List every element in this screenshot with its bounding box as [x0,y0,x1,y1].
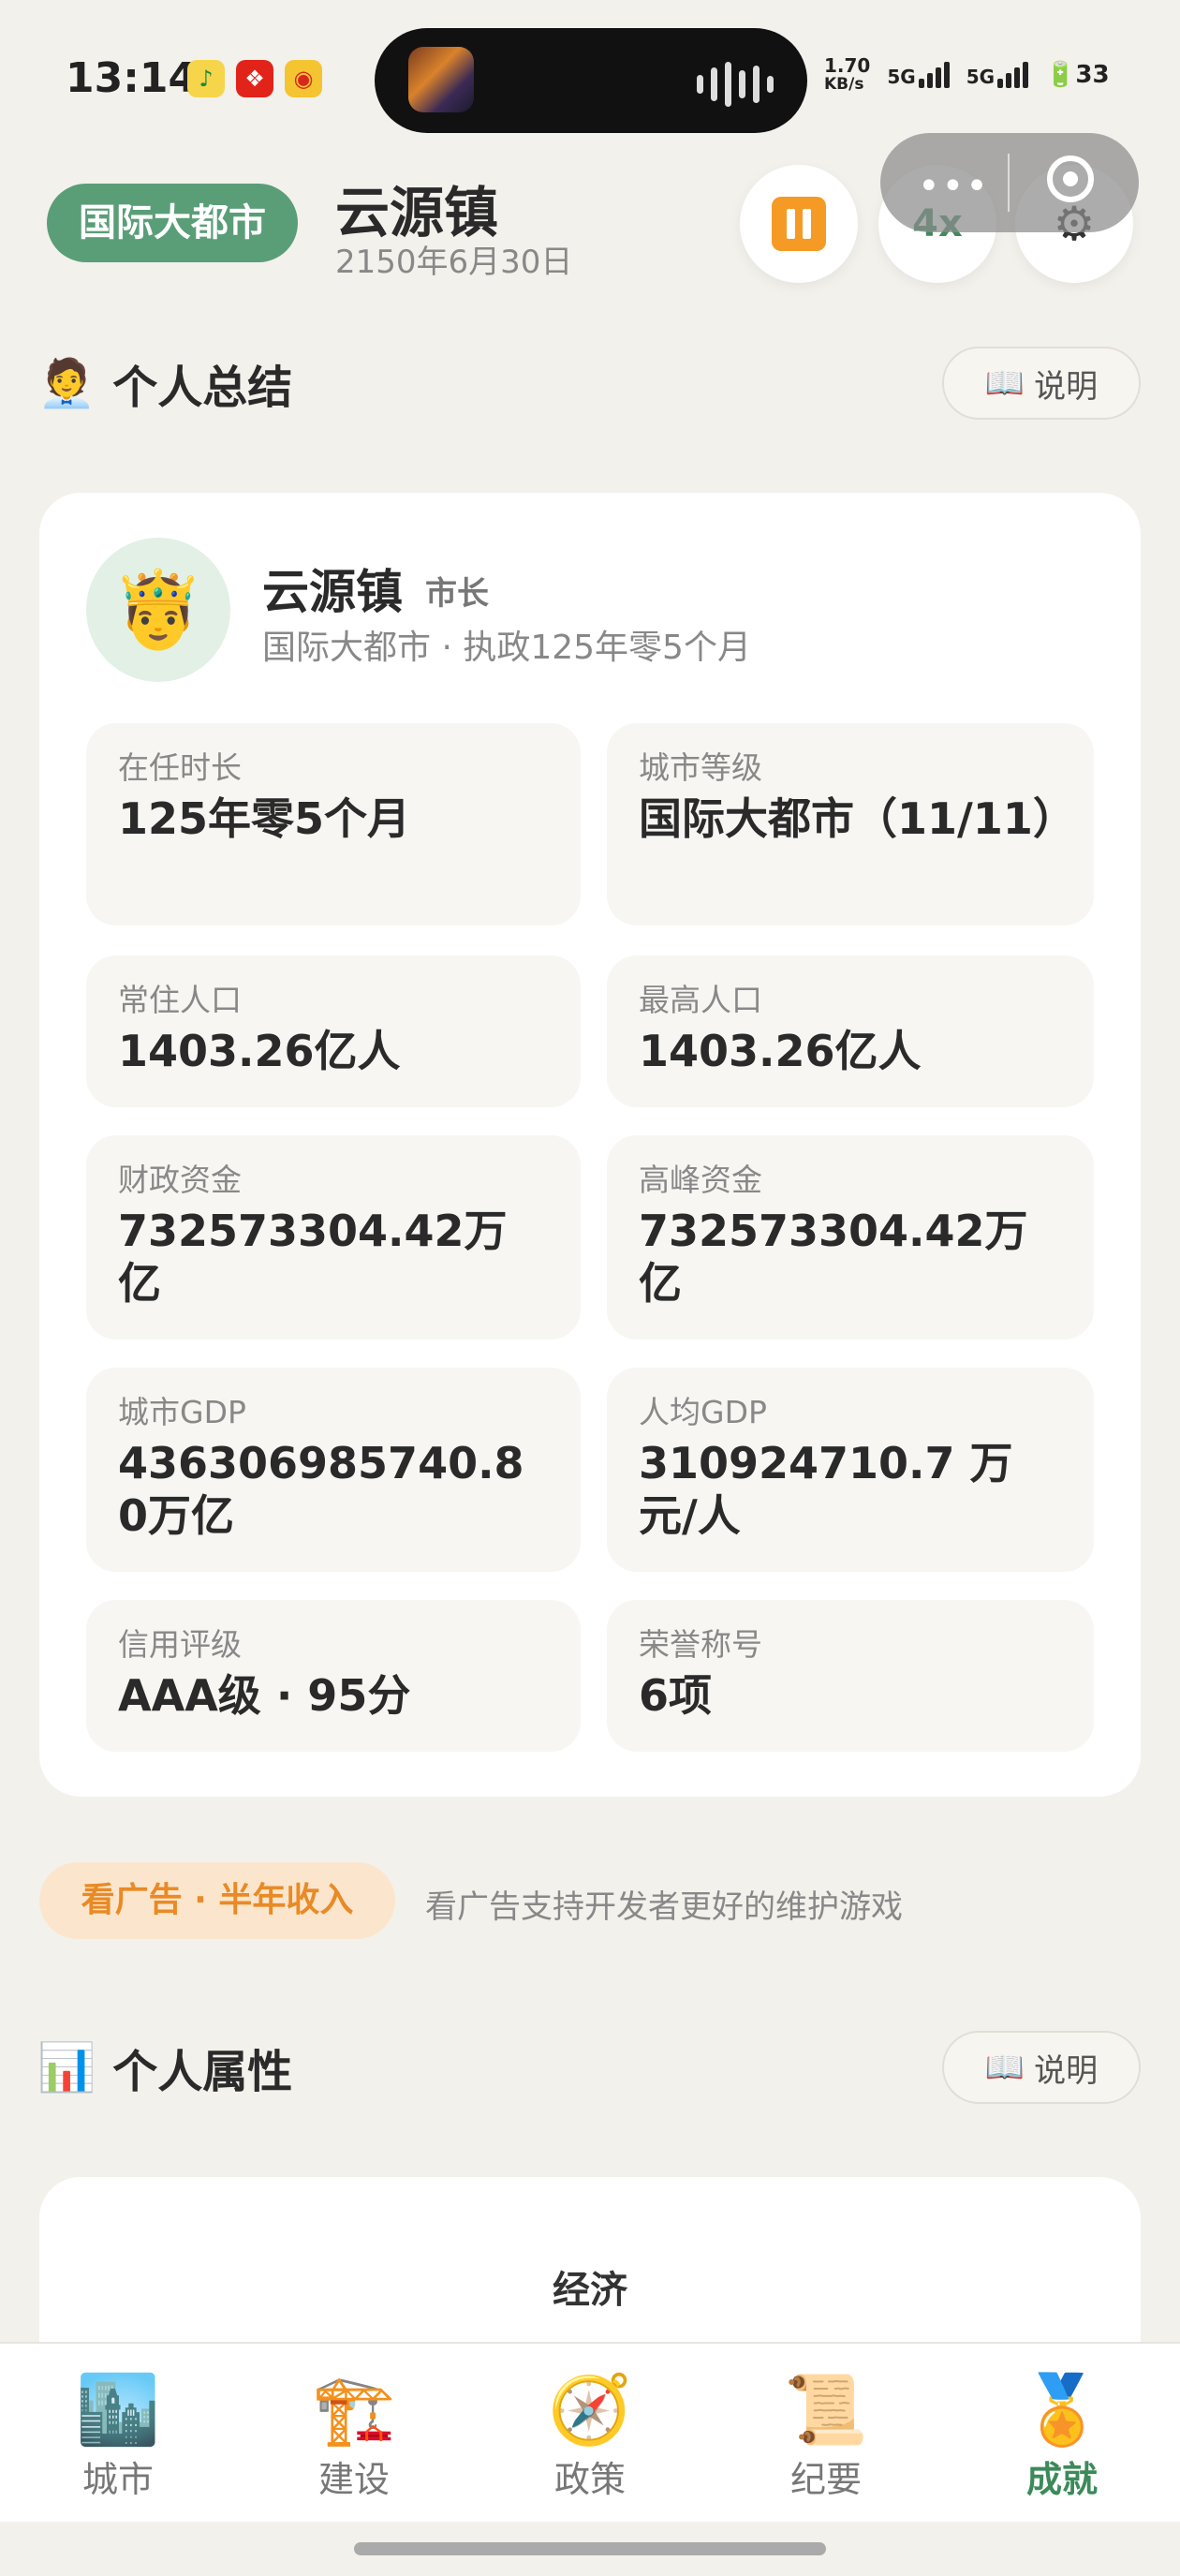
tab-city[interactable]: 🏙️ 城市 [24,2344,212,2522]
tab-policy[interactable]: 🧭 政策 [496,2344,684,2522]
tab-label: 政策 [553,2459,626,2500]
tab-label: 成就 [1025,2459,1098,2500]
stat-value: 1403.26亿人 [118,1026,401,1076]
tab-build[interactable]: 🏗️ 建设 [260,2344,448,2522]
close-target-icon[interactable] [1047,155,1094,202]
notification-icons: ♪ ❖ ◉ [187,60,322,97]
city-icon: 🏙️ [76,2370,160,2449]
mayor-role: 市长 [425,575,489,613]
stat-funds: 财政资金 732573304.42万亿 [86,1135,581,1340]
watch-ad-button[interactable]: 看广告 · 半年收入 [39,1862,395,1939]
battery-icon: 🔋 [1045,61,1076,89]
mayor-description: 国际大都市 · 执政125年零5个月 [262,629,751,667]
stat-value: AAA级 · 95分 [118,1670,411,1721]
stat-peak-population: 最高人口 1403.26亿人 [607,955,1094,1107]
ad-description: 看广告支持开发者更好的维护游戏 [425,1888,903,1926]
signal-icon: 5G [887,62,950,88]
stat-label: 城市GDP [118,1394,246,1430]
red-app-icon: ❖ [236,60,273,97]
stat-label: 城市等级 [639,749,762,786]
summary-help-label: 说明 [1034,367,1099,406]
stat-value: 1403.26亿人 [639,1026,922,1076]
mini-program-capsule: ••• [880,133,1139,232]
medal-icon: 🏅 [1020,2370,1104,2449]
attributes-card-title: 经济 [553,2269,627,2312]
now-playing-artwork [408,47,474,112]
stat-value: 125年零5个月 [118,793,411,844]
battery-level: 33 [1075,61,1110,89]
person-icon: 🧑‍💼 [37,355,96,410]
stat-honors: 荣誉称号 6项 [607,1600,1094,1752]
stat-label: 高峰资金 [639,1162,762,1198]
summary-section-header: 🧑‍💼 个人总结 [37,350,292,416]
stat-gdp-per-capita: 人均GDP 310924710.7 万元/人 [607,1368,1094,1572]
city-level-badge: 国际大都市 [47,184,298,262]
stat-value: 436306985740.80万亿 [118,1438,524,1541]
stat-city-level: 城市等级 国际大都市（11/11） [607,723,1094,925]
crane-icon: 🏗️ [312,2370,396,2449]
audio-wave-icon [697,62,774,107]
tab-records[interactable]: 📜 纪要 [732,2344,920,2522]
game-date: 2150年6月30日 [335,244,573,281]
book-icon: 📖 [984,2049,1025,2086]
stat-label: 信用评级 [118,1626,242,1663]
network-speed: 1.70 KB/s [824,56,870,94]
home-indicator[interactable] [354,2542,826,2555]
clock: 13:14 [66,54,198,102]
attributes-help-button[interactable]: 📖 说明 [942,2031,1141,2104]
pause-button[interactable] [740,165,858,283]
status-bar: 13:14 ♪ ❖ ◉ 1.70 KB/s 5G 5G 🔋33 [0,0,1180,141]
attributes-help-label: 说明 [1034,2051,1099,2090]
summary-section-title: 个人总结 [112,362,293,414]
signal-icon-2: 5G [966,62,1029,88]
stat-label: 常住人口 [118,982,242,1018]
stat-label: 荣誉称号 [639,1626,762,1663]
prince-icon: 🤴 [111,566,205,653]
stat-label: 在任时长 [118,749,242,786]
battery-indicator: 🔋33 [1045,61,1110,89]
stat-value: 310924710.7 万元/人 [639,1438,1013,1541]
tab-achievements[interactable]: 🏅 成就 [968,2344,1156,2522]
stat-label: 财政资金 [118,1162,242,1198]
bar-chart-icon: 📊 [37,2039,96,2095]
stat-value: 732573304.42万亿 [118,1206,508,1309]
music-app-icon: ♪ [187,60,225,97]
network-speed-value: 1.70 [824,54,871,77]
stat-label: 最高人口 [639,982,762,1018]
signal-label: 5G [887,66,916,88]
bottom-tab-bar: 🏙️ 城市 🏗️ 建设 🧭 政策 📜 纪要 🏅 成就 [0,2342,1180,2522]
stat-peak-funds: 高峰资金 732573304.42万亿 [607,1135,1094,1340]
stat-gdp: 城市GDP 436306985740.80万亿 [86,1368,581,1572]
tab-label: 建设 [317,2459,390,2500]
network-speed-unit: KB/s [824,75,864,94]
system-status: 1.70 KB/s 5G 5G 🔋33 [824,56,1110,94]
tab-label: 城市 [81,2459,154,2500]
signal-label-2: 5G [966,66,996,88]
scroll-icon: 📜 [784,2370,868,2449]
tab-label: 纪要 [789,2459,862,2500]
compass-icon: 🧭 [548,2370,632,2449]
capsule-divider [1008,154,1010,212]
stat-tenure: 在任时长 125年零5个月 [86,723,581,925]
attributes-section-header: 📊 个人属性 [37,2035,292,2100]
dynamic-island[interactable] [375,28,807,133]
stat-credit-rating: 信用评级 AAA级 · 95分 [86,1600,581,1752]
mayor-avatar: 🤴 [86,538,230,682]
stat-value: 6项 [639,1670,713,1721]
stat-population: 常住人口 1403.26亿人 [86,955,581,1107]
summary-card: 🤴 云源镇 市长 国际大都市 · 执政125年零5个月 在任时长 125年零5个… [39,493,1141,1797]
pause-icon [772,197,826,251]
summary-help-button[interactable]: 📖 说明 [942,347,1141,420]
weibo-icon: ◉ [285,60,322,97]
stat-value: 732573304.42万亿 [639,1206,1028,1309]
book-icon: 📖 [984,364,1025,402]
stat-label: 人均GDP [639,1394,767,1430]
more-icon[interactable]: ••• [918,165,990,208]
stat-value: 国际大都市（11/11） [639,793,1076,844]
attributes-section-title: 个人属性 [112,2046,293,2098]
mayor-name: 云源镇 [262,565,403,619]
